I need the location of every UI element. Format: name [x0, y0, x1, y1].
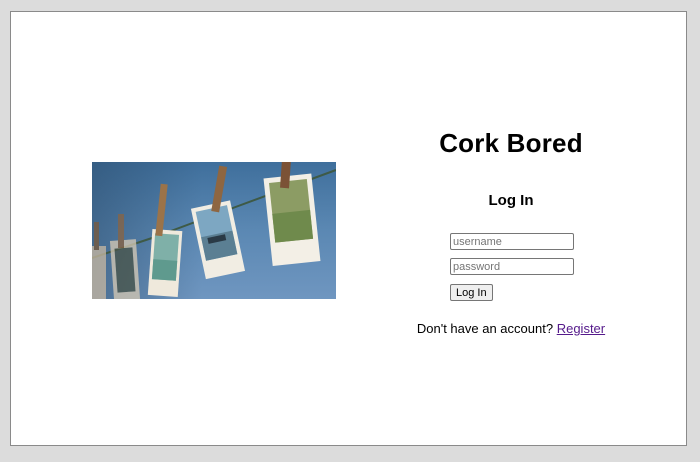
register-prompt: Don't have an account? Register	[351, 321, 671, 336]
login-button[interactable]: Log In	[450, 284, 493, 301]
register-link[interactable]: Register	[557, 321, 605, 336]
register-prompt-text: Don't have an account?	[416, 321, 554, 336]
login-page: Cork Bored Log In Log In Don't have an a…	[10, 11, 687, 446]
app-title: Cork Bored	[439, 128, 583, 158]
hero-image	[92, 162, 336, 299]
username-input[interactable]	[450, 233, 574, 250]
password-input[interactable]	[450, 258, 574, 275]
login-heading: Log In	[488, 192, 534, 209]
